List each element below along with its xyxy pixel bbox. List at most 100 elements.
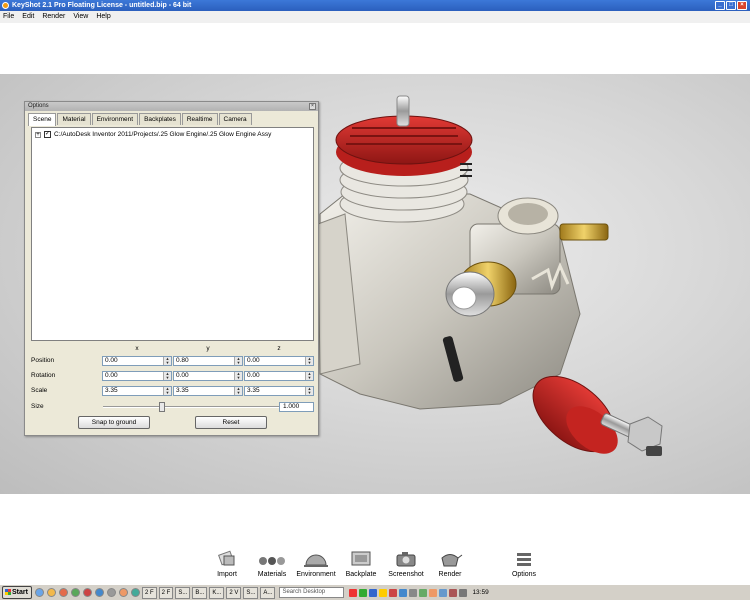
spin-arrows-icon[interactable]: ▲ ▼ [234,357,242,365]
toolbar-dock: Import Materials Environment Backplate S… [0,494,750,584]
tab-camera[interactable]: Camera [218,113,252,125]
scale-x-value: 3.35 [105,387,118,394]
tab-backplates[interactable]: Backplates [139,113,181,125]
tab-scene[interactable]: Scene [28,113,57,126]
menu-file[interactable]: File [3,11,14,23]
tree-item[interactable]: + ✓ C:/AutoDesk Inventor 2011/Projects/.… [35,131,271,138]
menu-edit[interactable]: Edit [22,11,34,23]
spin-arrows-icon[interactable]: ▲ ▼ [305,387,313,395]
menu-view[interactable]: View [73,11,88,23]
scale-label: Scale [31,387,48,394]
size-slider-track[interactable] [103,406,293,408]
tree-item-checkbox[interactable]: ✓ [44,131,51,138]
taskbar-window-button[interactable]: K... [209,586,225,599]
options-close-icon[interactable]: × [309,103,316,110]
size-field[interactable]: 1.000 [279,402,314,412]
taskbar-window-button[interactable]: A... [260,586,276,599]
quicklaunch-app-icon[interactable] [71,588,80,597]
quicklaunch-folder-icon[interactable] [47,588,56,597]
options-icon [517,553,531,566]
tray-volume-icon[interactable] [459,588,468,597]
spin-arrows-icon[interactable]: ▲ ▼ [305,372,313,380]
tray-app-icon[interactable] [449,588,458,597]
axis-y-header: y [206,345,210,352]
spin-arrows-icon[interactable]: ▲ ▼ [305,357,313,365]
desktop-search-input[interactable]: Search Desktop [279,587,345,598]
maximize-button[interactable]: □ [726,1,736,10]
environment-icon [304,554,328,567]
reset-button[interactable]: Reset [195,416,267,429]
taskbar-window-button[interactable]: S... [243,586,259,599]
taskbar-window-button[interactable]: 2 V [226,586,242,599]
scale-z-field[interactable]: 3.35 ▲ ▼ [244,386,314,396]
tray-app-icon[interactable] [389,588,398,597]
quicklaunch-app-icon[interactable] [107,588,116,597]
tray-app-icon[interactable] [439,588,448,597]
tray-app-icon[interactable] [429,588,438,597]
tab-environment[interactable]: Environment [91,113,139,125]
spin-arrows-icon[interactable]: ▲ ▼ [234,387,242,395]
axis-z-header: z [277,345,281,352]
position-x-value: 0.00 [105,357,118,364]
position-y-field[interactable]: 0.80 ▲ ▼ [173,356,243,366]
tree-item-label: C:/AutoDesk Inventor 2011/Projects/.25 G… [54,131,272,138]
quicklaunch-app-icon[interactable] [131,588,140,597]
quicklaunch-app-icon[interactable] [83,588,92,597]
screenshot-icon [396,552,416,567]
spin-arrows-icon[interactable]: ▲ ▼ [234,372,242,380]
axis-x-header: x [135,345,139,352]
tab-realtime[interactable]: Realtime [181,113,218,125]
spin-arrows-icon[interactable]: ▲ ▼ [163,372,171,380]
close-button[interactable]: × [737,1,747,10]
dock-render-button[interactable]: Render [422,550,478,578]
quicklaunch-browser-icon[interactable] [35,588,44,597]
rotation-x-field[interactable]: 0.00 ▲ ▼ [102,371,172,381]
scale-x-field[interactable]: 3.35 ▲ ▼ [102,386,172,396]
options-title: Options [28,103,49,109]
snap-to-ground-button[interactable]: Snap to ground [78,416,150,429]
system-tray: 13:59 [347,588,489,597]
rotation-z-field[interactable]: 0.00 ▲ ▼ [244,371,314,381]
taskbar-window-button[interactable]: 2 F [142,586,157,599]
rotation-y-value: 0.00 [176,372,189,379]
tab-material[interactable]: Material [57,113,91,125]
tray-app-icon[interactable] [379,588,388,597]
title-bar: KeyShot 2.1 Pro Floating License - untit… [0,0,750,11]
clock: 13:59 [472,589,489,596]
keyshot-app-icon [2,2,9,9]
taskbar-window-button[interactable]: S... [175,586,191,599]
tree-expand-icon[interactable]: + [35,131,41,138]
taskbar-window-button[interactable]: B... [192,586,208,599]
spin-arrows-icon[interactable]: ▲ ▼ [163,357,171,365]
tray-app-icon[interactable] [359,588,368,597]
dock-options-button[interactable]: Options [496,550,552,578]
tray-app-icon[interactable] [399,588,408,597]
rotation-y-field[interactable]: 0.00 ▲ ▼ [173,371,243,381]
size-slider-thumb[interactable] [159,402,165,412]
menu-help[interactable]: Help [96,11,110,23]
rotation-z-value: 0.00 [247,372,260,379]
tray-app-icon[interactable] [409,588,418,597]
position-x-field[interactable]: 0.00 ▲ ▼ [102,356,172,366]
options-dialog: Options × Scene Material Environment Bac… [24,101,319,436]
spin-arrows-icon[interactable]: ▲ ▼ [163,387,171,395]
scene-tree: + ✓ C:/AutoDesk Inventor 2011/Projects/.… [31,127,314,341]
rotation-label: Rotation [31,372,56,379]
scale-y-field[interactable]: 3.35 ▲ ▼ [173,386,243,396]
start-button[interactable]: Start [2,586,32,599]
quicklaunch-app-icon[interactable] [119,588,128,597]
window-title: KeyShot 2.1 Pro Floating License - untit… [12,2,192,9]
position-z-field[interactable]: 0.00 ▲ ▼ [244,356,314,366]
tray-app-icon[interactable] [369,588,378,597]
rotation-x-value: 0.00 [105,372,118,379]
import-icon [218,550,235,566]
tray-app-icon[interactable] [349,588,358,597]
quicklaunch-app-icon[interactable] [95,588,104,597]
minimize-button[interactable]: _ [715,1,725,10]
taskbar-window-button[interactable]: 2 F [158,586,174,599]
quicklaunch-app-icon[interactable] [59,588,68,597]
menu-bar: File Edit Render View Help [0,11,750,23]
tray-app-icon[interactable] [419,588,428,597]
menu-render[interactable]: Render [42,11,65,23]
options-tabs: Scene Material Environment Backplates Re… [28,113,253,126]
